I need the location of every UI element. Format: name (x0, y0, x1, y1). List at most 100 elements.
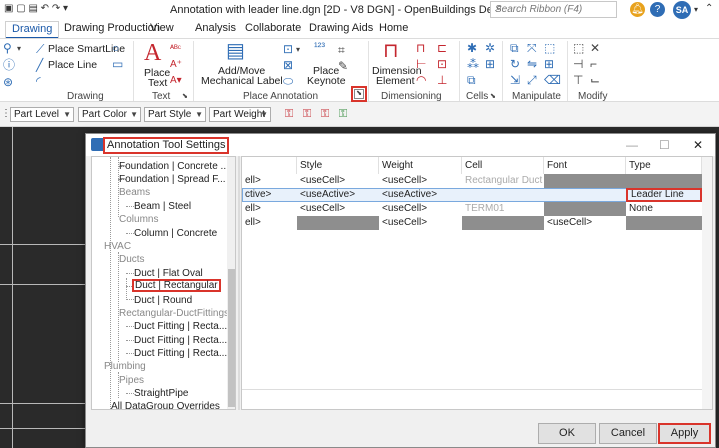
mechanical-label-icon[interactable]: ▤ (226, 41, 245, 61)
part-level-select[interactable]: Part Level ▼ (10, 107, 74, 122)
grid-cell[interactable]: TERM01 (462, 202, 544, 216)
grid-cell[interactable]: ctive> (242, 188, 297, 202)
tree-item[interactable]: Plumbing (104, 360, 146, 373)
pin-icon[interactable]: ⌃ (705, 3, 713, 14)
spell-check-icon[interactable]: ᴬᴮᶜ (170, 42, 181, 54)
grid-cell[interactable]: ell> (242, 174, 297, 188)
grid-cell[interactable]: <useCell> (544, 216, 626, 230)
grid-cell[interactable]: <useActive> (297, 188, 379, 202)
tree-scrollbar-thumb[interactable] (228, 269, 235, 407)
tab-view[interactable]: View (150, 21, 174, 38)
tree-item[interactable]: Pipes (119, 374, 144, 387)
grid-cell[interactable]: <useCell> (379, 174, 462, 188)
rectangle-icon[interactable]: ▭ (112, 58, 123, 70)
grid-cell[interactable]: None (626, 202, 702, 216)
part-attribute-apply-icon[interactable]: ⚿ (335, 107, 351, 122)
dim-radial-icon[interactable]: ⊡ (437, 58, 447, 70)
tab-collaborate[interactable]: Collaborate (245, 21, 301, 38)
line-icon[interactable]: ╱ (36, 59, 43, 71)
search-icon[interactable]: ⌕ (495, 2, 613, 15)
circle-icon[interactable]: ○ (112, 42, 119, 54)
tab-drawing-aids[interactable]: Drawing Aids (309, 21, 373, 38)
dim-ordinate-icon[interactable]: ⊥ (437, 74, 447, 86)
dim-arc-icon[interactable]: ◠ (416, 74, 426, 86)
note-icon[interactable]: ⌗ (338, 44, 345, 56)
keynote-icon[interactable]: ¹²³ (314, 41, 325, 53)
grid-cell[interactable]: <useCell> (297, 174, 379, 188)
tree-item[interactable]: Ducts (119, 253, 145, 266)
minimize-icon[interactable]: — (626, 138, 638, 152)
tree-item[interactable]: Column | Concrete (134, 227, 217, 240)
delete-icon[interactable]: ⌫ (544, 74, 561, 86)
trim-icon[interactable]: ✕ (590, 42, 600, 54)
mirror-icon[interactable]: ⇋ (527, 58, 537, 70)
user-avatar[interactable]: SA (673, 1, 691, 19)
grid-cell[interactable]: <useCell> (379, 216, 462, 230)
tree-item[interactable]: Foundation | Concrete ... (119, 160, 229, 173)
move-icon[interactable]: ⤧ (527, 42, 537, 54)
tab-home[interactable]: Home (379, 21, 408, 38)
bell-icon[interactable]: 🔔︎ (630, 2, 645, 17)
column-header-font[interactable]: Font (544, 157, 626, 174)
edit-note-icon[interactable]: ✎ (338, 60, 348, 72)
column-header[interactable] (242, 157, 297, 174)
scale-icon[interactable]: ⬚ (544, 42, 555, 54)
chevron-down-icon[interactable]: ▾ (17, 43, 21, 55)
stretch-icon[interactable]: ⤢ (527, 74, 537, 86)
cell-select-icon[interactable]: ⊞ (485, 58, 495, 70)
tree-item[interactable]: Rectangular-DuctFittings (119, 307, 229, 320)
close-icon[interactable]: ✕ (693, 138, 703, 152)
ok-button[interactable]: OK (538, 423, 596, 444)
grid-cell[interactable]: ell> (242, 202, 297, 216)
fillet-icon[interactable]: ⌐ (590, 58, 597, 70)
place-text-icon[interactable]: A (144, 41, 161, 65)
panel-splitter[interactable] (238, 156, 240, 410)
tree-item[interactable]: Duct Fitting | Recta... (134, 320, 227, 333)
grid-cell[interactable]: <useActive> (379, 188, 462, 202)
tag-icon[interactable]: ⊠ (283, 59, 293, 71)
apply-button[interactable]: Apply (658, 423, 711, 444)
tree-scrollbar[interactable] (227, 157, 235, 409)
modify-icon[interactable]: ⬚ (573, 42, 584, 54)
chamfer-icon[interactable]: ⌙ (590, 74, 600, 86)
tab-drawing-production[interactable]: Drawing Production (64, 21, 160, 38)
dim-size-icon[interactable]: ⊢ (416, 58, 426, 70)
datagroup-tree[interactable]: Foundation | Concrete ... Foundation | S… (91, 156, 236, 410)
copy-icon[interactable]: ⧉ (510, 42, 519, 54)
measure-icon[interactable]: ⊛ (3, 76, 13, 88)
tree-item[interactable]: Beam | Steel (134, 200, 191, 213)
tab-drawing[interactable]: Drawing (5, 21, 60, 39)
chevron-down-icon[interactable]: ▾ (694, 5, 698, 14)
grid-cell[interactable]: <useCell> (379, 202, 462, 216)
part-style-select[interactable]: Part Style ▼ (144, 107, 206, 122)
tree-item[interactable]: StraightPipe (134, 387, 188, 400)
part-attribute-icon[interactable]: ⚿ (281, 107, 297, 122)
drawing-view[interactable] (0, 127, 85, 448)
tab-analysis[interactable]: Analysis (195, 21, 236, 38)
grid-scroll-area[interactable] (702, 157, 712, 409)
array-icon[interactable]: ⊞ (544, 58, 554, 70)
info-icon[interactable]: ⓘ (3, 59, 15, 71)
tree-item[interactable]: Foundation | Spread F... (119, 173, 226, 186)
column-header-cell[interactable]: Cell (462, 157, 544, 174)
callout-icon[interactable]: ⬭ (283, 75, 293, 87)
help-icon[interactable]: ? (650, 2, 665, 17)
tree-item[interactable]: All DataGroup Overrides (111, 400, 220, 409)
column-header-weight[interactable]: Weight (379, 157, 462, 174)
place-line-button[interactable]: Place Line (48, 60, 97, 71)
text-edit-icon[interactable]: A⁺ (170, 59, 182, 71)
select-icon[interactable]: ⚲ (3, 42, 12, 54)
dimension-element-icon[interactable]: ⊓ (383, 41, 399, 61)
maximize-icon[interactable]: ☐ (659, 138, 670, 152)
column-header-style[interactable]: Style (297, 157, 379, 174)
dim-linear-icon[interactable]: ⊓ (416, 42, 425, 54)
align-icon[interactable]: ⇲ (510, 74, 520, 86)
smartline-icon[interactable]: ⟋ (36, 43, 44, 55)
tree-item[interactable]: Columns (119, 213, 158, 226)
annotation-settings-grid[interactable]: Style Weight Cell Font Type ell> <useCel… (241, 156, 713, 410)
rotate-icon[interactable]: ↻ (510, 58, 520, 70)
extend-icon[interactable]: ⊣ (573, 58, 583, 70)
ribbon-search-input[interactable]: Search Ribbon (F4) ⌕ (490, 1, 617, 18)
part-attribute-match-icon[interactable]: ⚿ (317, 107, 333, 122)
tree-item[interactable]: HVAC (104, 240, 131, 253)
